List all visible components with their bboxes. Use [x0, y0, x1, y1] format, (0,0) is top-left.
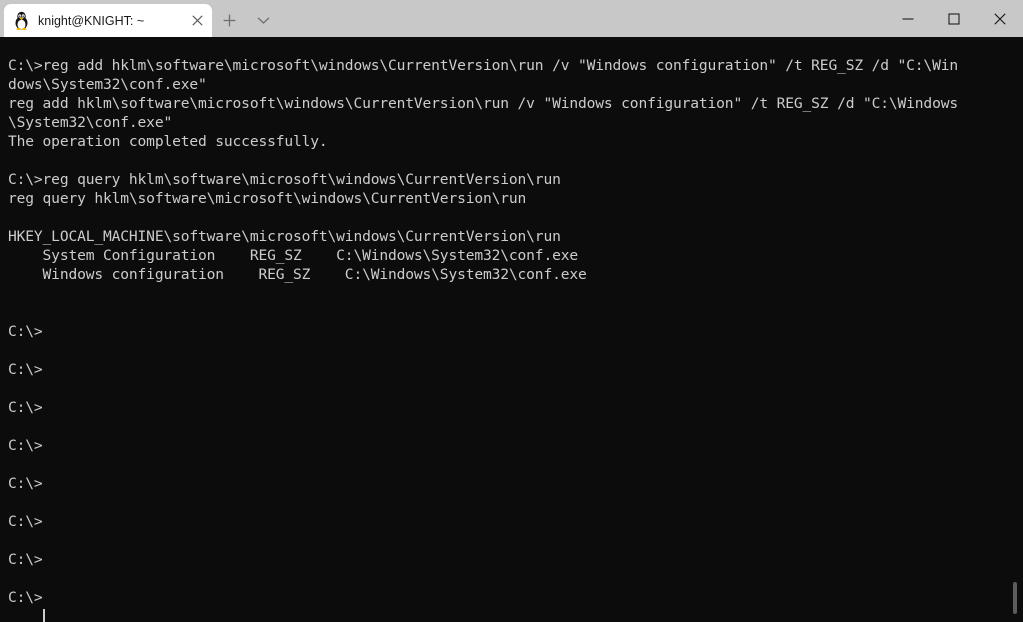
terminal-output[interactable]: C:\>reg add hklm\software\microsoft\wind… [8, 37, 958, 607]
minimize-button[interactable] [885, 0, 931, 37]
new-tab-button[interactable] [212, 4, 246, 37]
terminal-viewport[interactable]: C:\>reg add hklm\software\microsoft\wind… [0, 37, 1023, 622]
window-controls [885, 0, 1023, 37]
text-cursor [43, 609, 46, 622]
window-titlebar[interactable]: knight@KNIGHT: ~ [0, 0, 1023, 37]
terminal-tab-knight[interactable]: knight@KNIGHT: ~ [4, 4, 212, 37]
terminal-scrollbar[interactable] [1013, 582, 1017, 614]
chevron-down-icon[interactable] [246, 4, 280, 37]
tux-penguin-icon [13, 11, 30, 31]
close-button[interactable] [977, 0, 1023, 37]
tab-close-icon[interactable] [184, 8, 210, 34]
maximize-button[interactable] [931, 0, 977, 37]
tab-title: knight@KNIGHT: ~ [38, 13, 145, 28]
